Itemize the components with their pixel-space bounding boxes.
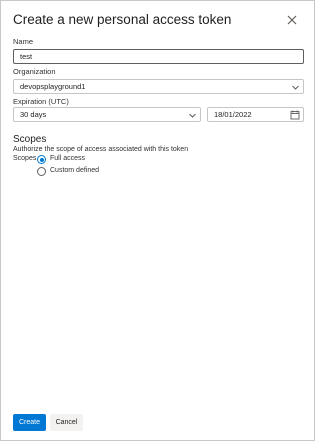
chevron-down-icon bbox=[189, 113, 196, 118]
expiration-value: 30 days bbox=[20, 110, 47, 119]
chevron-down-icon bbox=[292, 85, 299, 90]
custom-defined-radio[interactable] bbox=[37, 167, 46, 176]
custom-defined-label[interactable]: Custom defined bbox=[50, 167, 99, 174]
scopes-label: Scopes bbox=[13, 155, 37, 162]
calendar-icon[interactable] bbox=[290, 110, 300, 120]
create-button[interactable]: Create bbox=[13, 414, 46, 431]
scopes-title: Scopes bbox=[13, 134, 47, 145]
scopes-description: Authorize the scope of access associated… bbox=[13, 146, 189, 153]
close-icon bbox=[287, 15, 297, 25]
create-token-panel: Create a new personal access token Name … bbox=[0, 0, 315, 441]
expiration-dropdown[interactable]: 30 days bbox=[13, 107, 201, 122]
cancel-button[interactable]: Cancel bbox=[50, 414, 83, 431]
expiration-label: Expiration (UTC) bbox=[13, 97, 69, 106]
panel-title: Create a new personal access token bbox=[13, 12, 232, 27]
close-button[interactable] bbox=[284, 12, 300, 28]
full-access-label[interactable]: Full access bbox=[50, 155, 85, 162]
organization-dropdown[interactable]: devopsplayground1 bbox=[13, 79, 304, 94]
organization-label: Organization bbox=[13, 67, 56, 76]
full-access-radio[interactable] bbox=[37, 155, 46, 164]
expiration-date-input[interactable]: 18/01/2022 bbox=[207, 107, 304, 122]
name-input-value: test bbox=[20, 52, 33, 61]
organization-value: devopsplayground1 bbox=[20, 82, 86, 91]
name-label: Name bbox=[13, 37, 34, 46]
name-input[interactable]: test bbox=[13, 49, 304, 64]
expiration-date-value: 18/01/2022 bbox=[214, 110, 252, 119]
